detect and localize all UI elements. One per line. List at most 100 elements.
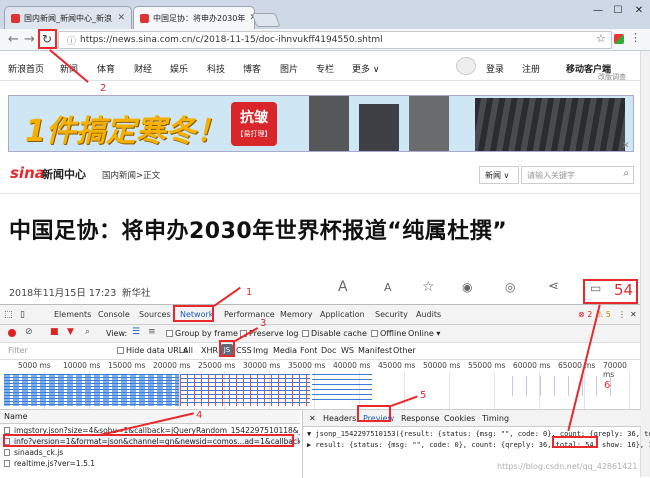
nav-entertainment[interactable]: 娱乐 [170,62,188,75]
type-img[interactable]: Img [253,346,268,355]
annotation-box-js [219,340,235,357]
search-scope-label: 新闻 [485,171,501,180]
wechat-icon[interactable]: ◎ [505,280,515,294]
url-text: https://news.sina.com.cn/c/2018-11-15/do… [80,35,383,45]
nav-more[interactable]: 更多 ∨ [352,62,379,75]
weibo-icon[interactable]: ◉ [462,280,472,294]
type-ws[interactable]: WS [341,346,354,355]
ad-close-icon[interactable]: ✕ [622,141,630,151]
close-detail-icon[interactable]: ✕ [309,414,316,423]
trousers-image [309,96,349,151]
tab-console[interactable]: Console [98,310,130,319]
annotation-box-request [3,434,294,447]
close-tab-icon[interactable]: ✕ [113,13,125,23]
filter-icon[interactable]: ▼ [67,327,74,337]
sina-logo[interactable]: sina [10,164,45,182]
filter-input[interactable]: Filter [8,346,28,355]
type-doc[interactable]: Doc [321,346,336,355]
annotation-box-comment-count [583,279,638,304]
tab-cookies[interactable]: Cookies [444,414,475,423]
device-toolbar-icon[interactable]: ▯ [20,310,25,320]
nav-sports[interactable]: 体育 [97,62,115,75]
ad-banner[interactable]: 1件搞定寒冬！ 抗皱 【易打理】 [8,95,634,152]
font-size-icon[interactable]: A [338,279,348,295]
offline-checkbox[interactable]: Offline [371,329,406,338]
login-link[interactable]: 登录 [486,62,504,75]
tab-article[interactable]: 中国足协：将申办2030年 ✕ [133,6,255,29]
page-scrollbar[interactable] [640,51,650,477]
list-view-icon[interactable]: ☰ [132,327,140,337]
request-row[interactable]: sinaads_ck.js [0,447,300,458]
nav-home[interactable]: 新浪首页 [8,62,44,75]
share-icon[interactable]: ⋖ [548,279,559,294]
search-input[interactable]: 请输入关键字 ⌕ [521,166,634,184]
survey-link[interactable]: 改版调查 [598,72,626,82]
tab-headers[interactable]: Headers [323,414,356,423]
nav-tech[interactable]: 科技 [207,62,225,75]
nav-finance[interactable]: 财经 [134,62,152,75]
font-size-small-icon[interactable]: A [384,281,392,294]
record-icon[interactable] [8,329,16,337]
article-source[interactable]: 新华社 [122,285,151,299]
preview-line[interactable]: ▼ jsonp_1542297510153({result: {status: … [307,430,650,438]
tab-response[interactable]: Response [401,414,439,423]
breadcrumb[interactable]: 国内新闻>正文 [102,169,160,181]
menu-dots-icon[interactable]: ⋮ [630,31,641,44]
type-media[interactable]: Media [273,346,297,355]
error-count[interactable]: ⊗ 2 [578,310,592,319]
type-css[interactable]: CSS [236,346,252,355]
maximize-button[interactable]: ☐ [608,0,628,20]
tab-performance[interactable]: Performance [224,310,275,319]
nav-pictures[interactable]: 图片 [280,62,298,75]
request-row[interactable]: realtime.js?ver=1.5.1 [0,458,300,469]
register-link[interactable]: 注册 [522,62,540,75]
group-by-frame-checkbox[interactable]: Group by frame [166,329,238,338]
preview-line[interactable]: ▶ result: {status: {msg: "", code: 0}, c… [307,441,650,449]
type-other[interactable]: Other [393,346,416,355]
devtools-close-icon[interactable]: ✕ [630,310,637,319]
tab-application[interactable]: Application [320,310,365,319]
type-xhr[interactable]: XHR [201,346,218,355]
search-icon[interactable]: ⌕ [623,168,629,179]
camera-icon[interactable]: ■ [50,327,59,337]
nav-blog[interactable]: 博客 [243,62,261,75]
search-scope-select[interactable]: 新闻 ∨ [479,166,519,184]
type-manifest[interactable]: Manifest [358,346,392,355]
type-font[interactable]: Font [300,346,317,355]
bookmark-star-icon[interactable]: ☆ [596,32,606,45]
devtools-menu-icon[interactable]: ⋮ [618,310,626,319]
timeline-requests-bars [180,374,310,406]
extension-icon[interactable] [614,34,624,44]
network-timeline[interactable]: 5000 ms 10000 ms 15000 ms 20000 ms 25000 ms 3… [0,360,640,410]
waterfall-view-icon[interactable]: ≡ [148,327,156,337]
tab-timing[interactable]: Timing [482,414,509,423]
file-icon [4,460,10,467]
error-count-value: 2 [587,310,593,319]
new-tab-button[interactable] [251,13,281,27]
back-arrow-icon[interactable]: ← [8,32,19,47]
disable-cache-checkbox[interactable]: Disable cache [302,329,367,338]
favorite-star-icon[interactable]: ☆ [422,279,435,295]
minimize-button[interactable]: — [588,0,608,20]
tab-audits[interactable]: Audits [416,310,441,319]
url-bar[interactable]: ⓘ https://news.sina.com.cn/c/2018-11-15/… [58,31,612,49]
devtools-tabs: ⬚ ▯ Elements Console Sources Network Per… [0,305,640,325]
clear-icon[interactable]: ⊘ [25,327,33,337]
timeline-tick: 25000 ms [198,361,236,370]
network-toolbar: ⊘ ■ ▼ ⌕ View: ☰ ≡ Group by frame Preserv… [0,325,640,343]
news-center-logo-text[interactable]: 新闻中心 [42,166,86,182]
tab-memory[interactable]: Memory [280,310,313,319]
forward-arrow-icon[interactable]: → [24,32,35,47]
inspect-icon[interactable]: ⬚ [4,310,13,320]
close-window-button[interactable]: ✕ [628,0,650,20]
type-all[interactable]: All [183,346,193,355]
tab-sources[interactable]: Sources [139,310,171,319]
tab-security[interactable]: Security [375,310,408,319]
nav-columns[interactable]: 专栏 [316,62,334,75]
tab-domestic-news[interactable]: 国内新闻_新闻中心_新浪 ✕ [4,6,132,29]
avatar-icon[interactable] [456,57,476,75]
hide-data-urls-checkbox[interactable]: Hide data URLs [117,346,187,355]
search-icon[interactable]: ⌕ [85,327,90,337]
tab-elements[interactable]: Elements [54,310,91,319]
throttling-select[interactable]: Online ▾ [408,329,440,338]
